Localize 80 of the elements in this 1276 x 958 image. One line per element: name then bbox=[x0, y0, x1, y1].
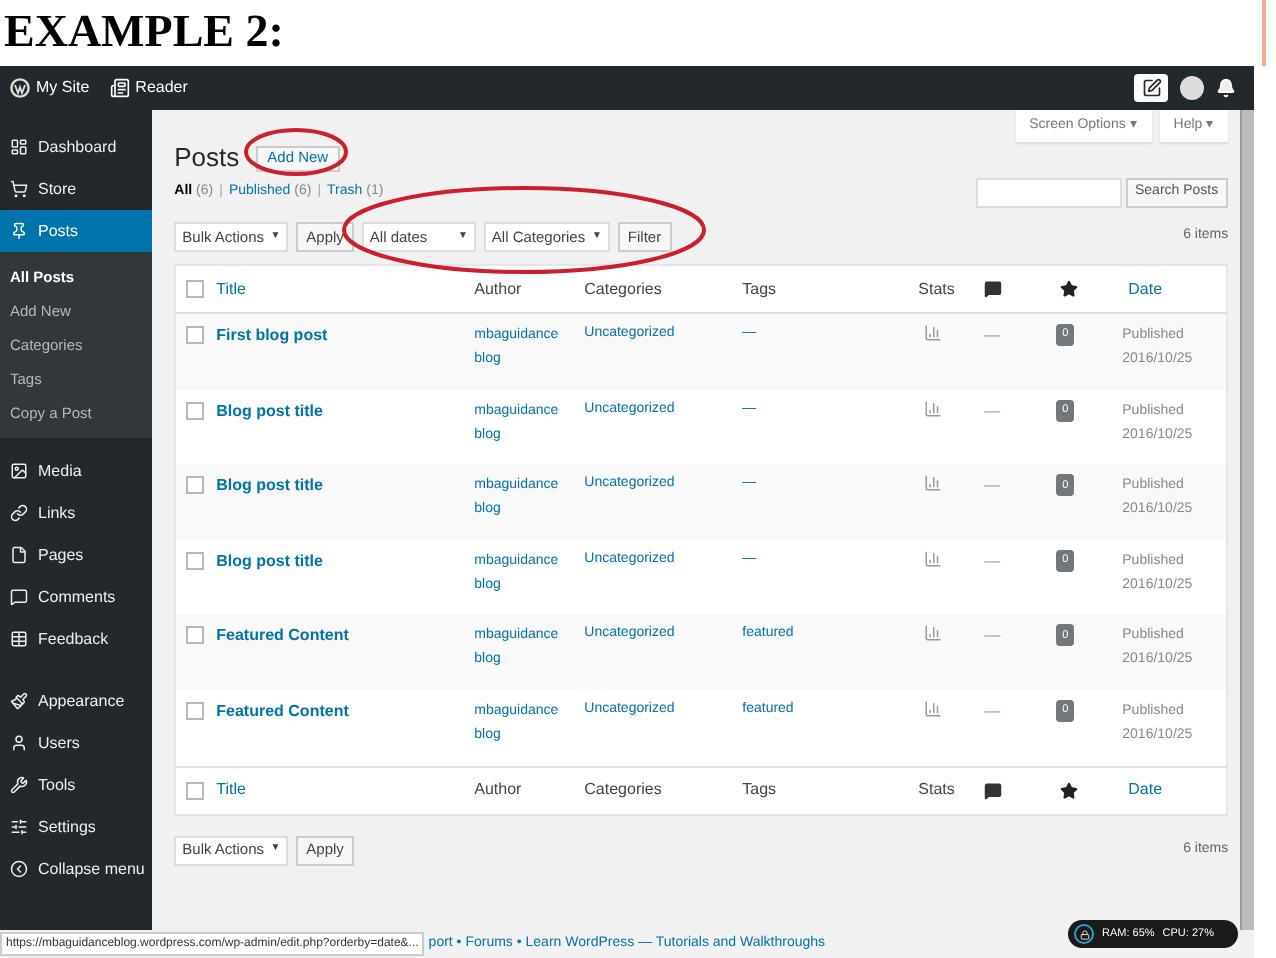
sidebar-item[interactable]: Comments bbox=[0, 576, 153, 618]
comment-icon bbox=[984, 781, 1003, 800]
settings-icon bbox=[10, 818, 28, 836]
stats-icon[interactable] bbox=[924, 699, 943, 718]
admin-bar-link[interactable]: Reader bbox=[135, 76, 188, 100]
compose-button[interactable] bbox=[1134, 74, 1168, 102]
post-title-link[interactable]: Blog post title bbox=[210, 399, 475, 424]
comments-cell-text: — bbox=[982, 549, 1003, 574]
checkbox[interactable] bbox=[186, 626, 205, 645]
column-header: Stats bbox=[916, 778, 957, 803]
comments-cell-text: — bbox=[982, 474, 1003, 499]
comments-cell-text: — bbox=[982, 699, 1003, 724]
scrollbar[interactable] bbox=[1240, 110, 1254, 930]
sidebar-item[interactable]: Dashboard bbox=[0, 126, 153, 168]
notification-icon[interactable] bbox=[1216, 78, 1236, 98]
stats-icon[interactable] bbox=[924, 549, 943, 568]
sidebar-item[interactable]: Feedback bbox=[0, 618, 153, 660]
logo-icon bbox=[10, 78, 30, 98]
page-heading: Posts bbox=[174, 140, 240, 177]
checkbox[interactable] bbox=[186, 280, 205, 298]
highlight-circle bbox=[244, 128, 348, 176]
stats-icon[interactable] bbox=[924, 474, 943, 493]
comments-cell-text: — bbox=[982, 324, 1003, 348]
column-header: Author bbox=[474, 778, 524, 803]
sidebar-item[interactable]: Tools bbox=[0, 764, 153, 806]
cart-icon bbox=[10, 180, 28, 198]
stats-icon[interactable] bbox=[924, 399, 943, 418]
post-title-link[interactable]: First blog post bbox=[210, 324, 475, 348]
column-header[interactable]: Date bbox=[1122, 277, 1227, 301]
checkbox[interactable] bbox=[186, 401, 205, 420]
avatar[interactable] bbox=[1180, 76, 1204, 100]
column-header: Categories bbox=[582, 277, 664, 301]
column-header: Tags bbox=[740, 778, 779, 803]
star-icon bbox=[1060, 781, 1079, 800]
column-header[interactable]: Title bbox=[210, 277, 475, 301]
page-icon bbox=[10, 546, 28, 564]
media-icon bbox=[10, 462, 28, 480]
column-header[interactable]: Title bbox=[210, 778, 475, 803]
stats-icon[interactable] bbox=[924, 624, 943, 643]
checkbox[interactable] bbox=[186, 701, 205, 720]
post-title-link[interactable]: Blog post title bbox=[210, 474, 475, 499]
comment-icon bbox=[984, 280, 1003, 298]
checkbox[interactable] bbox=[186, 781, 205, 800]
collapse-icon bbox=[10, 860, 28, 878]
checkbox[interactable] bbox=[186, 476, 205, 495]
sidebar-item[interactable]: Pages bbox=[0, 534, 153, 576]
sidebar-item[interactable]: Settings bbox=[0, 806, 153, 848]
sidebar-item[interactable]: Collapse menu bbox=[0, 848, 153, 890]
lock-icon bbox=[1079, 929, 1089, 939]
sidebar-item[interactable]: Users bbox=[0, 722, 153, 764]
user-icon bbox=[10, 734, 28, 752]
sidebar-item[interactable]: Links bbox=[0, 492, 153, 534]
comments-cell-text: — bbox=[982, 624, 1003, 649]
post-title-link[interactable]: Featured Content bbox=[210, 624, 475, 649]
column-header: Tags bbox=[740, 277, 779, 301]
reader-icon bbox=[109, 78, 130, 98]
dashboard-icon bbox=[10, 138, 28, 156]
search-field[interactable] bbox=[975, 177, 1121, 207]
sidebar-item[interactable]: Store bbox=[0, 168, 153, 210]
column-header: Author bbox=[474, 277, 524, 301]
star-icon bbox=[1060, 280, 1079, 298]
post-title-link[interactable]: Featured Content bbox=[210, 699, 475, 724]
column-header: Stats bbox=[916, 277, 957, 301]
comment-icon bbox=[10, 588, 28, 606]
slide-title: EXAMPLE 2: bbox=[4, 4, 284, 61]
sidebar-item[interactable]: Posts bbox=[0, 210, 153, 252]
comments-cell-text: — bbox=[982, 399, 1003, 424]
column-header[interactable]: Date bbox=[1122, 778, 1227, 803]
link-icon bbox=[10, 504, 28, 522]
sidebar-item[interactable]: Appearance bbox=[0, 680, 153, 722]
stats-icon[interactable] bbox=[924, 324, 943, 342]
post-title-link[interactable]: Blog post title bbox=[210, 549, 475, 574]
wrench-icon bbox=[10, 776, 28, 794]
column-header: Categories bbox=[582, 778, 664, 803]
pin-icon bbox=[10, 222, 28, 240]
sidebar-item[interactable]: Media bbox=[0, 450, 153, 492]
checkbox[interactable] bbox=[186, 551, 205, 570]
brush-icon bbox=[10, 692, 28, 710]
admin-bar-link[interactable]: My Site bbox=[36, 76, 90, 100]
checkbox[interactable] bbox=[186, 326, 205, 344]
